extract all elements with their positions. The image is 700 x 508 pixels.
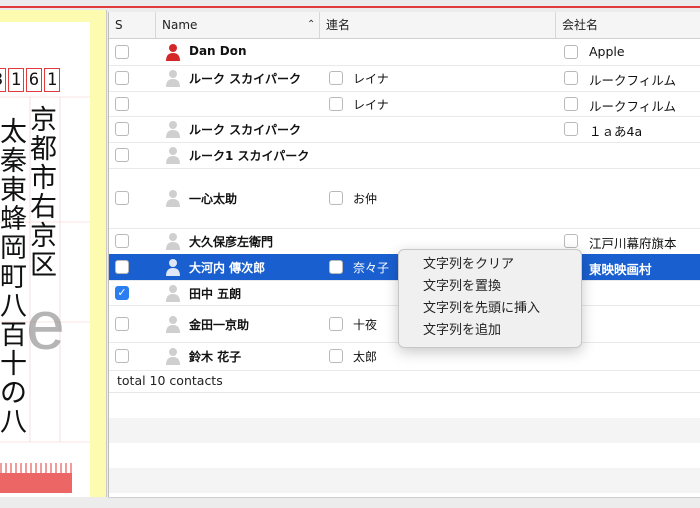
company-checkbox[interactable] [564,234,578,248]
select-checkbox[interactable] [115,317,129,331]
company-name: 東映映画村 [589,262,652,277]
select-checkbox[interactable] [115,148,129,162]
contact-name: 鈴木 花子 [189,350,242,364]
ren-checkbox[interactable] [329,97,343,111]
company-checkbox[interactable] [564,97,578,111]
company-name: 江戸川幕府旗本 [589,236,677,251]
person-icon [166,70,180,87]
menu-item-replace-string[interactable]: 文字列を置換 [423,277,501,297]
select-checkbox[interactable] [115,122,129,136]
company-name: １ａあ4a [589,124,643,139]
zip-digit: 3 [0,68,6,92]
contact-name: 一心太助 [189,192,238,206]
zip-digit: 1 [44,68,60,92]
context-menu: 文字列をクリア 文字列を置換 文字列を先頭に挿入 文字列を追加 [398,249,582,348]
column-header-s[interactable]: S [115,12,123,38]
company-checkbox[interactable] [564,45,578,59]
contact-name: 大久保彦左衛門 [189,235,274,249]
person-icon [166,190,180,207]
person-icon [166,259,180,276]
person-icon [166,348,180,365]
address-line-1: 京都市右京区 [30,105,57,281]
company-checkbox[interactable] [564,71,578,85]
contact-name: ルーク スカイパーク [189,123,301,137]
person-icon [166,316,180,333]
contact-name: ルーク1 スカイパーク [189,149,310,163]
contact-count: total 10 contacts [117,373,223,388]
table-header: S Name ⌃ 連名 会社名 [109,12,700,39]
table-footer: total 10 contacts [109,370,700,393]
ren-checkbox[interactable] [329,349,343,363]
person-icon [166,285,180,302]
address-line-2: 太秦東蜂岡町八百十の八 [0,117,27,438]
company-checkbox[interactable] [564,122,578,136]
stamp-area [0,473,72,493]
menu-item-clear-string[interactable]: 文字列をクリア [423,255,514,275]
ren-checkbox[interactable] [329,191,343,205]
table-row[interactable]: レイナ ルークフィルム [109,91,700,117]
ren-name: 奈々子 [353,261,390,275]
ren-checkbox[interactable] [329,71,343,85]
contact-name: ルーク スカイパーク [189,72,301,86]
select-checkbox[interactable] [115,260,129,274]
company-name: Apple [589,44,625,59]
select-checkbox[interactable] [115,71,129,85]
table-row[interactable]: ルーク1 スカイパーク [109,142,700,169]
stamp-pattern [0,463,72,473]
empty-row [109,418,700,443]
postcard-face: 3 1 6 1 京都市右京区 太秦東蜂岡町八百十の八 e [0,22,90,497]
column-header-ren[interactable]: 連名 [319,12,556,38]
table-row[interactable]: ルーク スカイパーク レイナ ルークフィルム [109,65,700,92]
ren-name: お仲 [353,192,378,206]
select-checkbox[interactable]: ✓ [115,286,129,300]
watermark-letter: e [26,286,65,364]
contact-name: 金田一京助 [189,318,250,332]
table-row[interactable]: Dan Don Apple [109,38,700,66]
company-name: ルークフィルム [589,73,677,88]
contact-name: 大河内 傳次郎 [189,261,266,275]
menu-item-insert-at-start[interactable]: 文字列を先頭に挿入 [423,299,540,319]
postcard-preview: 3 1 6 1 京都市右京区 太秦東蜂岡町八百十の八 e [0,10,107,497]
column-header-name[interactable]: Name [155,12,322,38]
zip-digit: 1 [8,68,24,92]
company-name: ルークフィルム [589,99,677,114]
empty-row [109,393,700,418]
select-checkbox[interactable] [115,349,129,363]
zip-digit: 6 [26,68,42,92]
select-checkbox[interactable] [115,234,129,248]
select-checkbox[interactable] [115,45,129,59]
person-icon [166,147,180,164]
table-row[interactable]: 一心太助 お仲 [109,168,700,229]
ren-checkbox[interactable] [329,260,343,274]
top-red-line [0,6,700,8]
bottom-bar [108,497,700,508]
ren-checkbox[interactable] [329,317,343,331]
zip-code-boxes: 3 1 6 1 [0,68,62,92]
select-checkbox[interactable] [115,191,129,205]
sort-ascending-icon[interactable]: ⌃ [307,12,315,38]
select-checkbox[interactable] [115,97,129,111]
red-person-icon [166,44,180,61]
table-row[interactable]: ルーク スカイパーク １ａあ4a [109,116,700,143]
ren-name: レイナ [353,98,389,112]
contact-name: 田中 五朗 [189,287,242,301]
ren-name: 十夜 [353,318,378,332]
person-icon [166,233,180,250]
contact-name: Dan Don [189,44,247,58]
empty-row [109,443,700,468]
ren-name: 太郎 [353,350,378,364]
menu-item-append-string[interactable]: 文字列を追加 [423,321,501,341]
person-icon [166,121,180,138]
ren-name: レイナ [353,72,389,86]
column-header-company[interactable]: 会社名 [555,12,700,38]
empty-row [109,468,700,493]
